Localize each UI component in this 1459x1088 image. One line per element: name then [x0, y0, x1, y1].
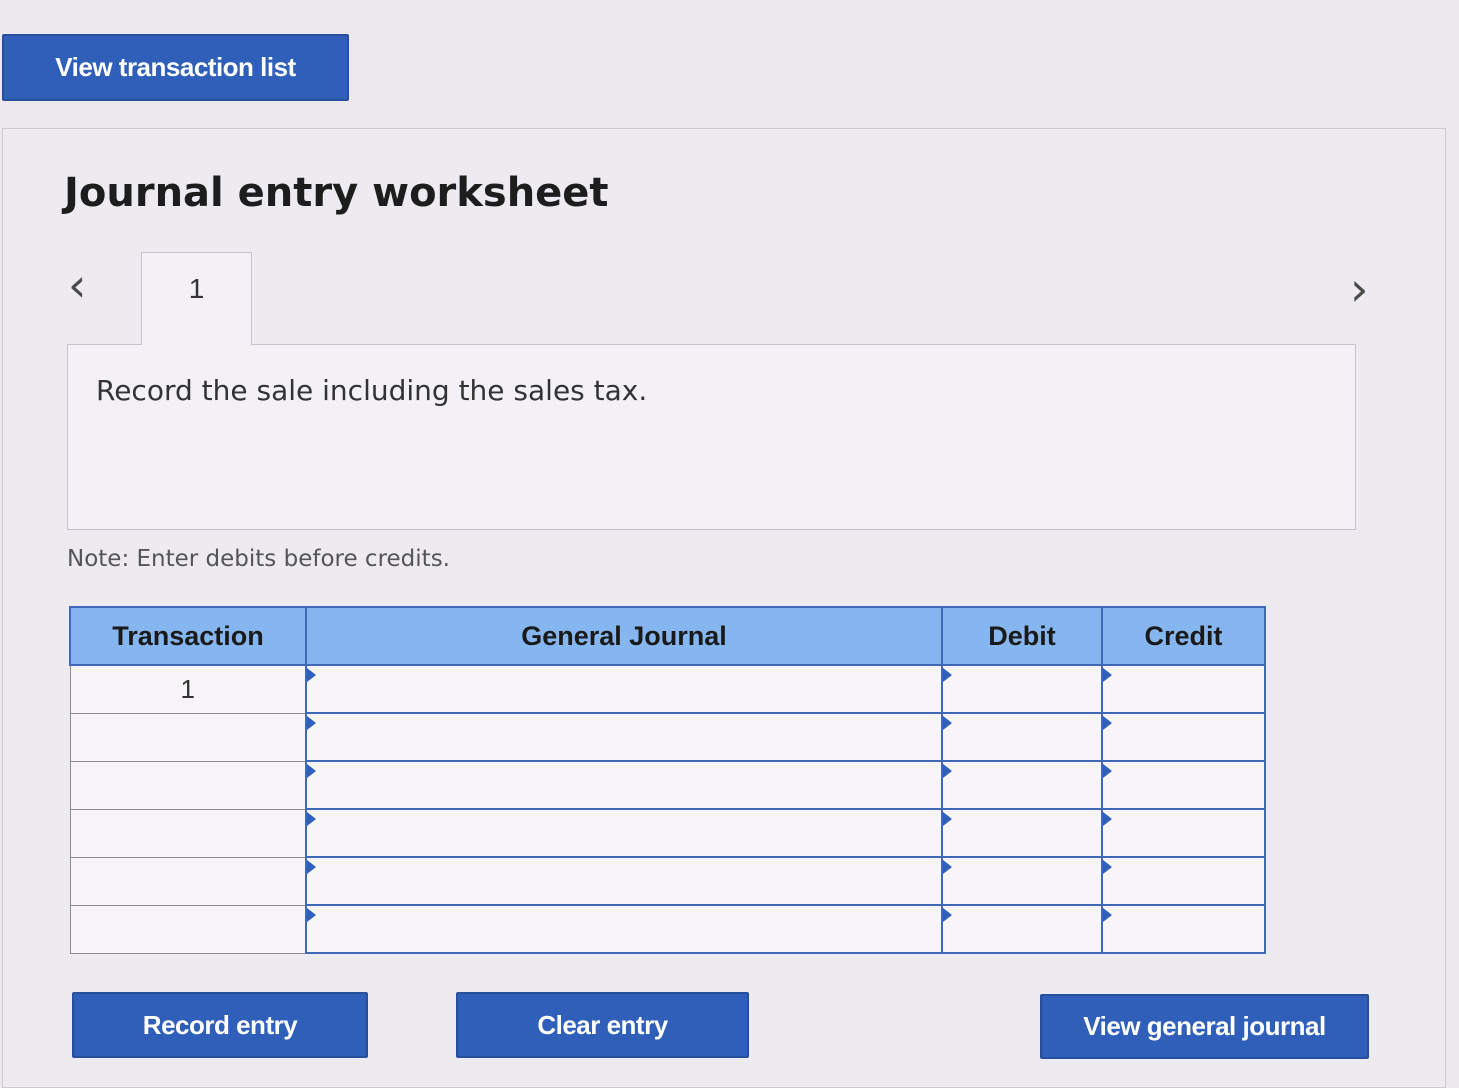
- chevron-right-icon[interactable]: ›: [1350, 266, 1368, 312]
- credit-cell[interactable]: [1101, 760, 1266, 810]
- dropdown-marker-icon: [1103, 668, 1112, 682]
- credit-cell[interactable]: [1101, 856, 1266, 906]
- credit-cell[interactable]: [1101, 904, 1266, 954]
- dropdown-marker-icon: [943, 764, 952, 778]
- dropdown-marker-icon: [1103, 716, 1112, 730]
- dropdown-marker-icon: [1103, 764, 1112, 778]
- account-cell[interactable]: [305, 664, 943, 714]
- debit-header: Debit: [941, 606, 1103, 666]
- transaction-cell: [69, 904, 307, 954]
- transaction-cell: [69, 760, 307, 810]
- dropdown-marker-icon: [307, 812, 316, 826]
- credit-header: Credit: [1101, 606, 1266, 666]
- debit-cell[interactable]: [941, 904, 1103, 954]
- page-title: Journal entry worksheet: [64, 170, 609, 216]
- dropdown-marker-icon: [307, 860, 316, 874]
- note-text: Note: Enter debits before credits.: [67, 546, 450, 572]
- dropdown-marker-icon: [943, 812, 952, 826]
- clear-entry-button[interactable]: Clear entry: [456, 992, 749, 1058]
- table-row: 1: [69, 664, 1266, 714]
- view-general-journal-button[interactable]: View general journal: [1040, 994, 1369, 1059]
- transaction-cell: [69, 808, 307, 858]
- record-entry-button[interactable]: Record entry: [72, 992, 368, 1058]
- dropdown-marker-icon: [943, 668, 952, 682]
- dropdown-marker-icon: [1103, 812, 1112, 826]
- table-row: [69, 760, 1266, 810]
- dropdown-marker-icon: [307, 668, 316, 682]
- instruction-box: [67, 344, 1356, 530]
- dropdown-marker-icon: [943, 908, 952, 922]
- table-row: [69, 904, 1266, 954]
- account-cell[interactable]: [305, 904, 943, 954]
- debit-cell[interactable]: [941, 856, 1103, 906]
- table-row: [69, 712, 1266, 762]
- debit-cell[interactable]: [941, 808, 1103, 858]
- chevron-left-icon[interactable]: ‹: [68, 262, 86, 308]
- dropdown-marker-icon: [307, 764, 316, 778]
- account-cell[interactable]: [305, 712, 943, 762]
- tab-1[interactable]: 1: [141, 252, 252, 345]
- dropdown-marker-icon: [1103, 860, 1112, 874]
- credit-cell[interactable]: [1101, 712, 1266, 762]
- dropdown-marker-icon: [307, 908, 316, 922]
- credit-cell[interactable]: [1101, 664, 1266, 714]
- dropdown-marker-icon: [1103, 908, 1112, 922]
- transaction-header: Transaction: [69, 606, 307, 666]
- debit-cell[interactable]: [941, 664, 1103, 714]
- instruction-text: Record the sale including the sales tax.: [96, 374, 648, 407]
- transaction-cell: [69, 856, 307, 906]
- transaction-cell: [69, 712, 307, 762]
- account-cell[interactable]: [305, 808, 943, 858]
- debit-cell[interactable]: [941, 760, 1103, 810]
- table-row: [69, 856, 1266, 906]
- debit-cell[interactable]: [941, 712, 1103, 762]
- dropdown-marker-icon: [943, 716, 952, 730]
- transaction-cell: 1: [69, 664, 307, 714]
- account-cell[interactable]: [305, 856, 943, 906]
- dropdown-marker-icon: [943, 860, 952, 874]
- tab-label: 1: [188, 273, 205, 304]
- table-header-row: Transaction General Journal Debit Credit: [69, 606, 1266, 666]
- dropdown-marker-icon: [307, 716, 316, 730]
- general-journal-header: General Journal: [305, 606, 943, 666]
- journal-table: Transaction General Journal Debit Credit…: [69, 606, 1266, 954]
- table-row: [69, 808, 1266, 858]
- account-cell[interactable]: [305, 760, 943, 810]
- credit-cell[interactable]: [1101, 808, 1266, 858]
- view-transaction-list-button[interactable]: View transaction list: [2, 34, 349, 101]
